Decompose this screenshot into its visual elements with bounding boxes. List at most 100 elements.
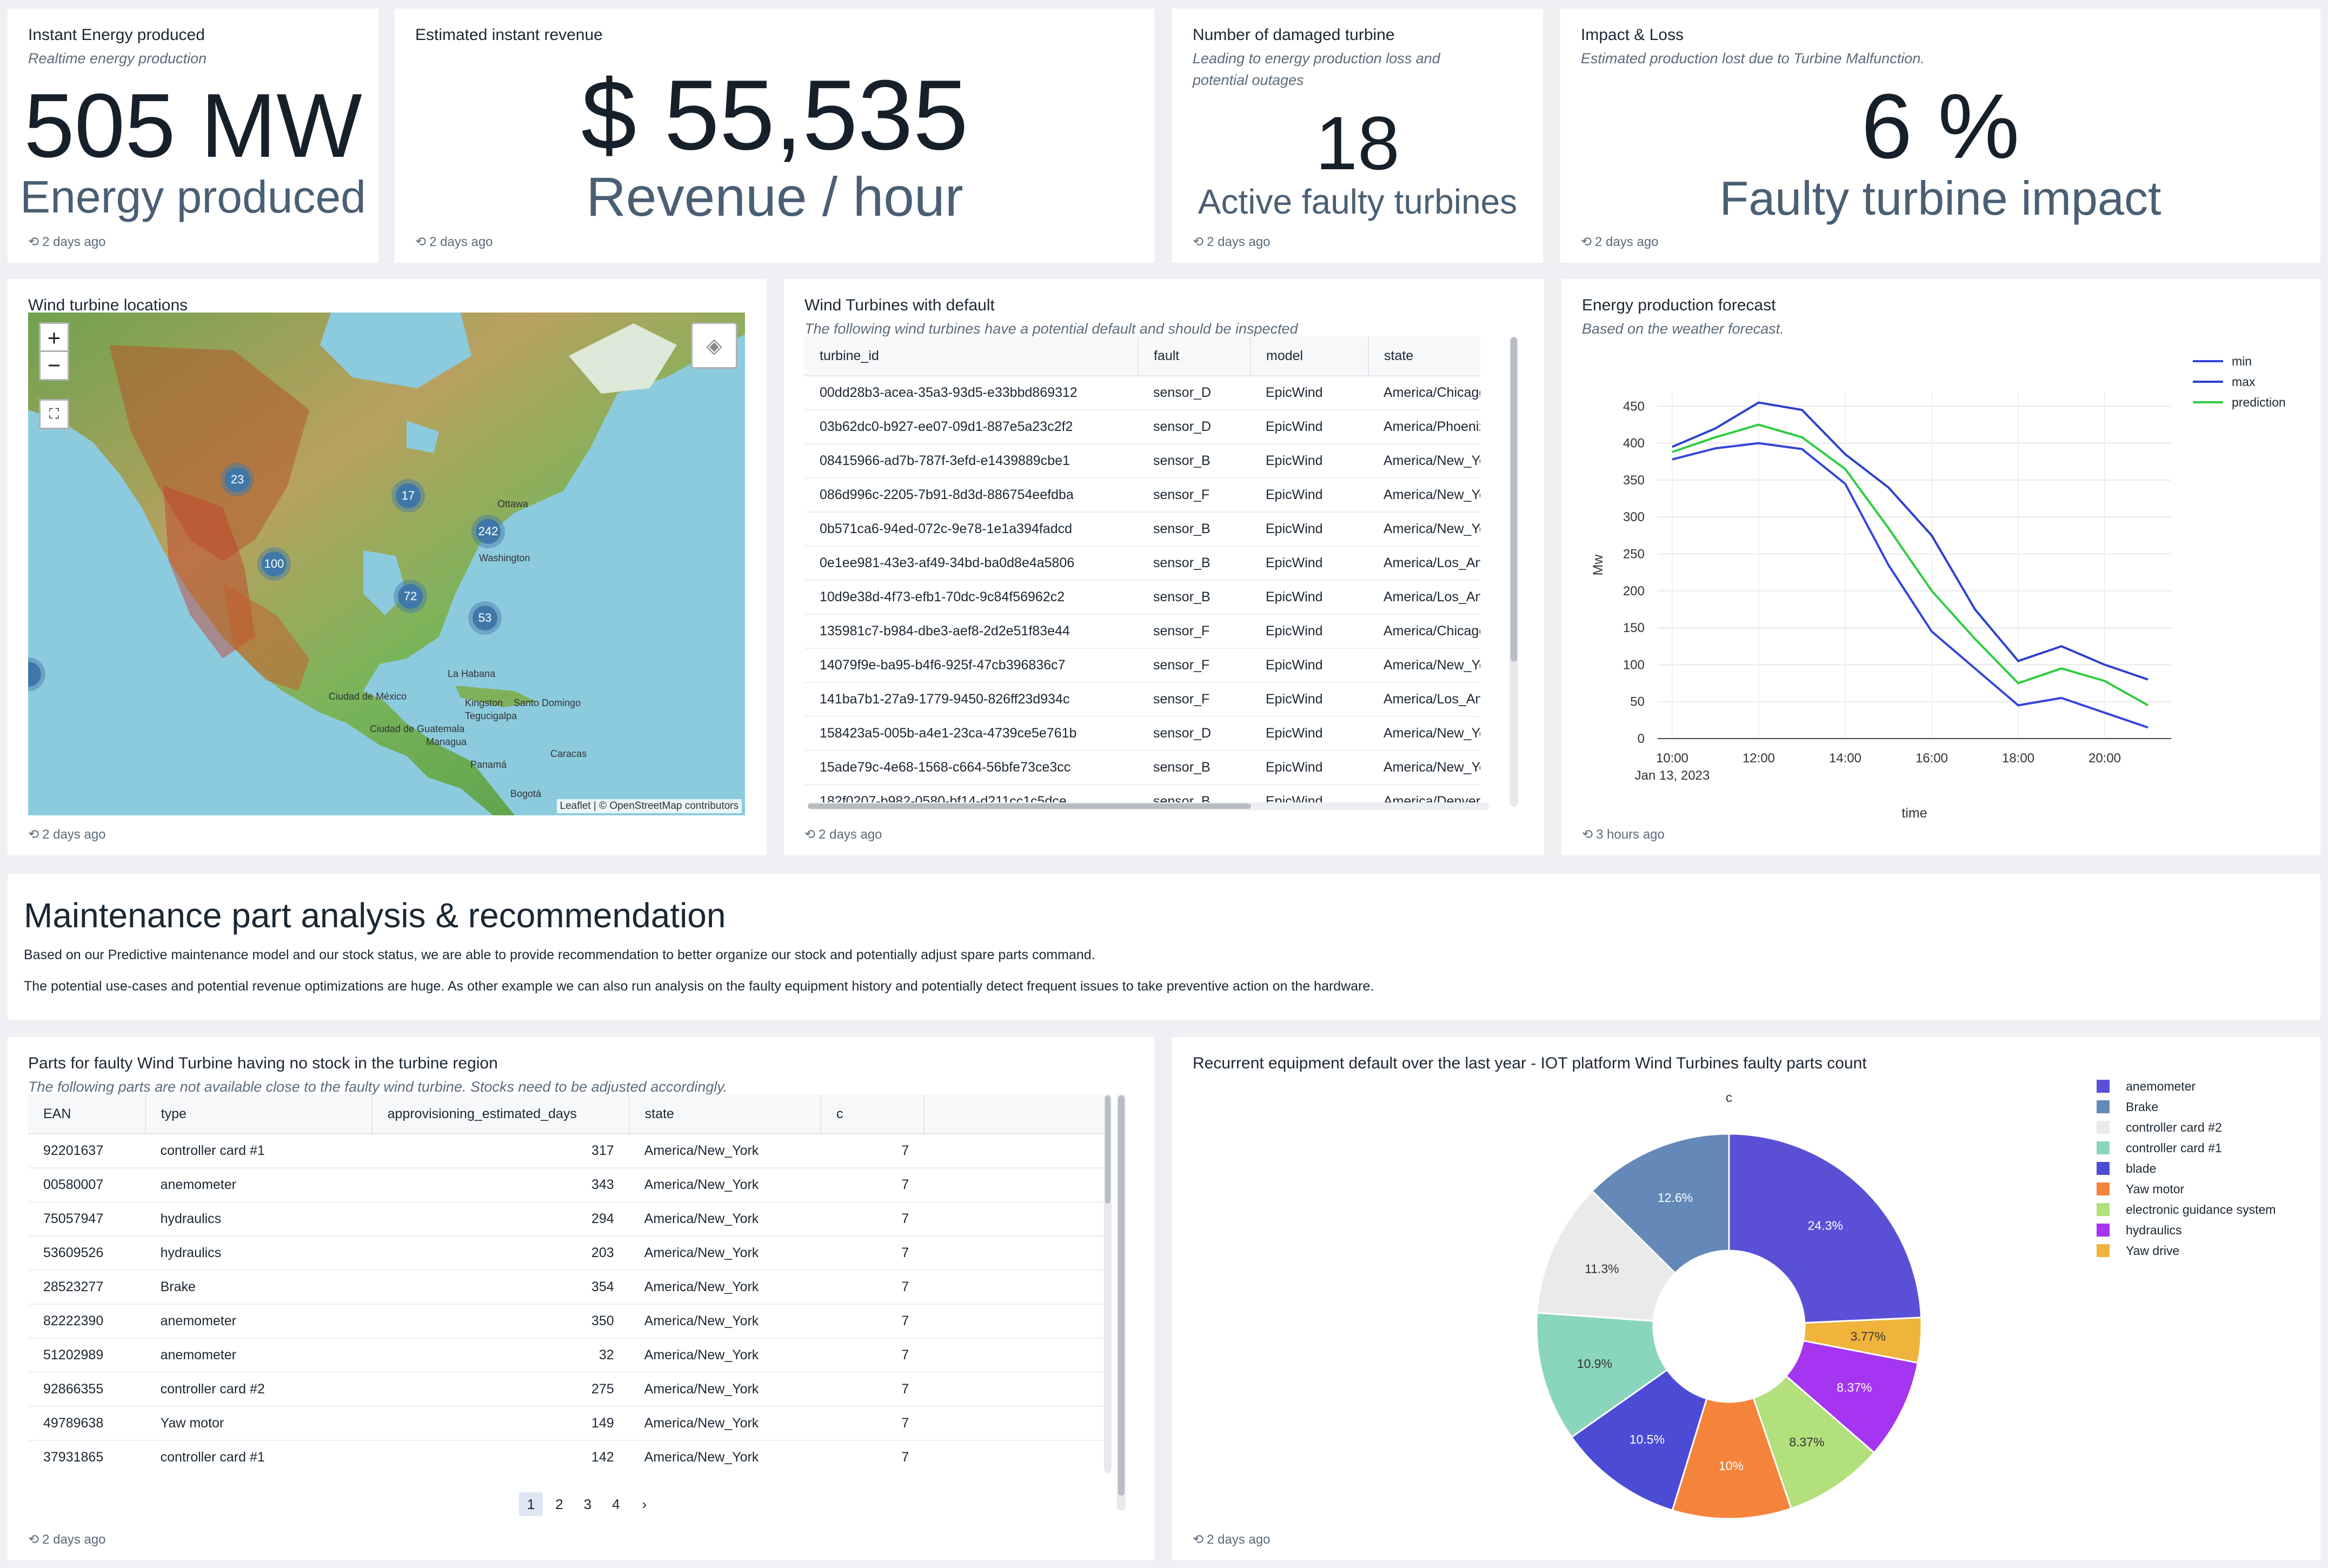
page-1-button[interactable]: 1 (519, 1492, 543, 1516)
table-row[interactable]: 158423a5-005b-a4e1-23ca-4739ce5e761b sens… (804, 716, 1480, 751)
scroll-thumb[interactable] (1105, 1095, 1110, 1204)
cluster-marker[interactable]: 53 (468, 601, 502, 635)
column-header[interactable]: EAN (28, 1094, 146, 1134)
legend-item[interactable]: blade (2097, 1158, 2276, 1179)
table-cell: 135981c7-b984-dbe3-aef8-2d2e51f83e44 (804, 614, 1138, 649)
table-row[interactable]: 10d9e38d-4f73-efb1-70dc-9c84f56962c2 sens… (804, 580, 1480, 615)
cluster-marker[interactable]: 23 (221, 463, 254, 496)
series-line-prediction[interactable] (1672, 423, 2149, 707)
cluster-marker[interactable]: 242 (471, 515, 505, 548)
table-viewport[interactable]: turbine_id fault model state 00dd28b3-ac… (804, 336, 1480, 807)
map-attribution[interactable]: Leaflet | © OpenStreetMap contributors (556, 799, 742, 813)
city-label: Bogotá (510, 788, 542, 799)
table-cell: 343 (371, 1168, 629, 1202)
table-row[interactable]: 0b571ca6-94ed-072c-9e78-1e1a394fadcd sens… (804, 512, 1480, 547)
table-cell: 00dd28b3-acea-35a3-93d5-e33bbd869312 (804, 376, 1138, 410)
legend-item[interactable]: anemometer (2097, 1076, 2276, 1097)
page-4-button[interactable]: 4 (604, 1492, 628, 1516)
table-cell: 7 (820, 1202, 924, 1237)
table-cell: 92866355 (28, 1372, 145, 1407)
column-header[interactable]: approvisioning_estimated_days (371, 1094, 630, 1134)
legend-item[interactable]: Brake (2097, 1097, 2276, 1117)
scroll-thumb[interactable] (808, 803, 1251, 809)
column-header[interactable]: state (629, 1094, 821, 1134)
next-page-button[interactable]: › (633, 1492, 656, 1516)
table-row[interactable]: 82222390 anemometer 350 America/New_York 7 (28, 1304, 1104, 1339)
legend-item[interactable]: electronic guidance system (2097, 1199, 2276, 1220)
table-row[interactable]: 51202989 anemometer 32 America/New_York 7 (28, 1338, 1104, 1373)
table-row[interactable]: 00580007 anemometer 343 America/New_York 7 (28, 1168, 1104, 1202)
zoom-out-button[interactable]: − (39, 350, 69, 381)
legend-item[interactable]: Yaw motor (2097, 1179, 2276, 1199)
page-2-button[interactable]: 2 (547, 1492, 571, 1516)
table-row[interactable]: 92866355 controller card #2 275 America/New… (28, 1372, 1104, 1407)
fullscreen-button[interactable]: ⛶ (39, 399, 69, 429)
vertical-scrollbar[interactable] (1509, 336, 1518, 807)
layers-button[interactable]: ◈ (691, 322, 737, 369)
table-row[interactable]: 141ba7b1-27a9-1779-9450-826ff23d934c sens… (804, 682, 1480, 717)
refresh-icon: ⟲ (28, 827, 39, 842)
table-cell: 51202989 (28, 1338, 145, 1373)
table-viewport[interactable]: EAN type approvisioning_estimated_days s… (28, 1094, 1104, 1473)
cluster-marker[interactable]: 72 (394, 580, 427, 613)
scroll-thumb[interactable] (1511, 337, 1517, 662)
legend-item[interactable]: controller card #1 (2097, 1138, 2276, 1158)
table-row[interactable]: 75057947 hydraulics 294 America/New_York 7 (28, 1202, 1104, 1237)
pagination: 1 2 3 4 › (518, 1492, 657, 1516)
table-cell: 00580007 (28, 1168, 145, 1202)
table-row[interactable]: 14079f9e-ba95-b4f6-925f-47cb396836c7 sens… (804, 648, 1480, 683)
card-title: Wind turbine locations (28, 296, 188, 314)
table-row[interactable]: 08415966-ad7b-787f-3efd-e1439889cbe1 sens… (804, 444, 1480, 479)
table-row[interactable]: 00dd28b3-acea-35a3-93d5-e33bbd869312 sens… (804, 376, 1480, 410)
zoom-in-button[interactable]: + (39, 322, 69, 351)
legend-label: electronic guidance system (2126, 1202, 2276, 1217)
column-header[interactable]: fault (1138, 336, 1251, 376)
table-cell: 7 (820, 1304, 924, 1339)
table-row[interactable]: 086d996c-2205-7b91-8d3d-886754eefdba sens… (804, 478, 1480, 513)
faulty-parts-donut-chart[interactable]: c 24.3% 3.77% 8.37% 8.37% 10% 10.5% 10.9% 11.3% 1… (1372, 1080, 2075, 1524)
legend-label[interactable]: min (2232, 354, 2252, 368)
table-cell: 142 (371, 1440, 629, 1473)
vertical-scrollbar[interactable] (1117, 1094, 1126, 1511)
table-cell: sensor_B (1138, 512, 1251, 547)
table-row[interactable]: 53609526 hydraulics 203 America/New_York 7 (28, 1236, 1104, 1271)
table-cell-empty (924, 1372, 1104, 1407)
column-header[interactable]: turbine_id (804, 336, 1139, 376)
table-cell: America/New_York (1368, 716, 1480, 751)
table-row[interactable]: 37931865 controller card #1 142 America/New… (28, 1440, 1104, 1473)
table-cell: America/New_York (629, 1304, 821, 1339)
table-row[interactable]: 135981c7-b984-dbe3-aef8-2d2e51f83e44 sens… (804, 614, 1480, 649)
table-row[interactable]: 15ade79c-4e68-1568-c664-56bfe73ce3cc sens… (804, 750, 1480, 785)
legend-label[interactable]: prediction (2232, 395, 2286, 409)
y-tick-label: 100 (1623, 657, 1645, 672)
pie-slice-label: 24.3% (1808, 1218, 1843, 1232)
scroll-thumb[interactable] (1118, 1095, 1125, 1496)
vertical-scrollbar[interactable] (1104, 1094, 1112, 1473)
cluster-marker[interactable]: 100 (257, 547, 291, 581)
legend-swatch (2097, 1162, 2110, 1175)
table-row[interactable]: 0e1ee981-43e3-af49-34bd-ba0d8e4a5806 sens… (804, 546, 1480, 581)
x-tick-label: 16:00 (1915, 751, 1948, 766)
legend-item[interactable]: Yaw drive (2097, 1240, 2276, 1261)
cluster-marker[interactable]: 17 (391, 479, 425, 513)
x-tick-label: 10:00 (1656, 751, 1688, 766)
column-header[interactable]: c (820, 1094, 925, 1134)
horizontal-scrollbar[interactable] (808, 802, 1489, 810)
table-cell: America/New_York (629, 1440, 821, 1473)
column-header[interactable]: type (145, 1094, 373, 1134)
table-row[interactable]: 92201637 controller card #1 317 America/New… (28, 1134, 1104, 1168)
legend-label[interactable]: max (2232, 375, 2256, 389)
page-3-button[interactable]: 3 (576, 1492, 600, 1516)
column-header[interactable]: model (1251, 336, 1369, 376)
map-view[interactable]: + − ⛶ ◈ 23 17 242 100 72 53 Ottawa Washi… (28, 313, 745, 815)
series-line-min[interactable] (1672, 442, 2149, 729)
table-cell: 32 (371, 1338, 629, 1373)
legend-item[interactable]: controller card #2 (2097, 1117, 2276, 1138)
legend-item[interactable]: hydraulics (2097, 1220, 2276, 1240)
table-row[interactable]: 49789638 Yaw motor 149 America/New_York 7 (28, 1406, 1104, 1441)
table-row[interactable]: 03b62dc0-b927-ee07-09d1-887e5a23c2f2 sens… (804, 410, 1480, 444)
x-axis-title: time (1901, 806, 1927, 821)
table-row[interactable]: 28523277 Brake 354 America/New_York 7 (28, 1270, 1104, 1305)
column-header[interactable]: state (1368, 336, 1480, 376)
forecast-line-chart[interactable]: 0 50 100 150 200 250 300 350 400 450 10:00 12:00 14:… (1561, 311, 2320, 830)
